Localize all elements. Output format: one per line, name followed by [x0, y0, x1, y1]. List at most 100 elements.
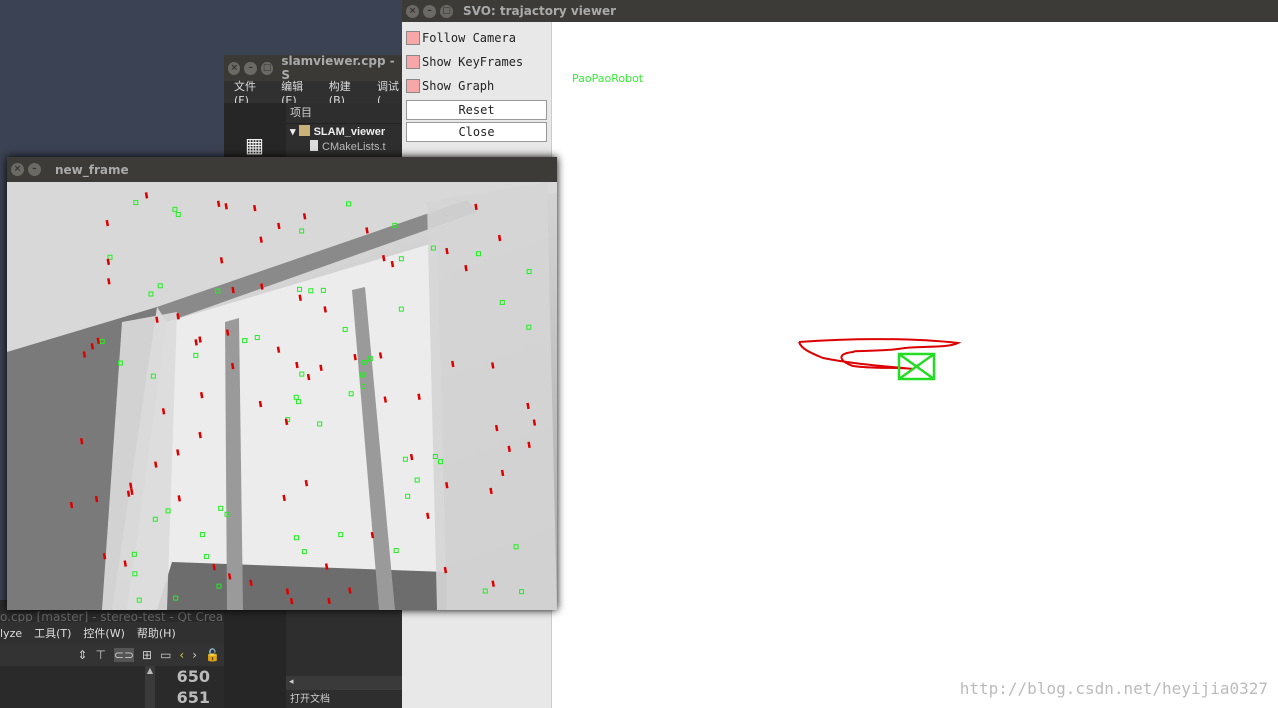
- title-bar: × – new_frame: [7, 157, 557, 182]
- back-icon[interactable]: ‹: [179, 648, 184, 662]
- menu-bar: 文件(F) 编辑(E) 构建(B) 调试(: [224, 80, 402, 107]
- trajectory-plot: [798, 338, 962, 381]
- edgelet-marker: [494, 424, 499, 432]
- reset-button[interactable]: Reset: [406, 100, 547, 120]
- edgelet-marker: [277, 222, 281, 230]
- edgelet-marker: [252, 204, 257, 212]
- file-icon: [310, 140, 318, 151]
- edgelet-marker: [417, 393, 421, 400]
- menu-widgets[interactable]: 控件(W): [83, 625, 124, 641]
- line-number: 651: [176, 688, 210, 707]
- edgelet-marker: [224, 203, 228, 210]
- checkbox-box[interactable]: [406, 31, 420, 45]
- edgelet-marker: [323, 306, 327, 313]
- edgelet-marker: [130, 488, 134, 496]
- close-icon[interactable]: ×: [11, 163, 24, 176]
- vertical-scrollbar[interactable]: ▲: [145, 666, 155, 708]
- edgelet-marker: [298, 294, 302, 301]
- tree-item-project[interactable]: ▾ SLAM_viewer: [286, 124, 402, 140]
- folder-icon: [298, 125, 310, 136]
- edgelet-marker: [319, 364, 323, 372]
- edgelet-marker: [176, 449, 180, 456]
- edgelet-marker: [219, 257, 224, 264]
- edgelet-marker: [497, 234, 502, 242]
- edgelet-marker: [327, 597, 331, 605]
- camera-image: [7, 182, 557, 610]
- edgelet-marker: [409, 453, 414, 461]
- close-icon[interactable]: ×: [406, 4, 419, 18]
- checkbox-label: Show KeyFrames: [422, 55, 524, 69]
- menu-analyze[interactable]: lyze: [0, 627, 22, 640]
- edgelet-marker: [365, 227, 369, 234]
- menu-tools[interactable]: 工具(T): [34, 625, 71, 641]
- tree-item-file[interactable]: CMakeLists.t: [286, 140, 402, 154]
- edgelet-marker: [249, 579, 253, 587]
- camera-image-scene: [7, 182, 557, 610]
- edgelet-marker: [94, 495, 99, 503]
- edgelet-marker: [491, 362, 495, 369]
- forward-icon[interactable]: ›: [192, 648, 197, 662]
- close-button[interactable]: Close: [406, 122, 547, 142]
- filter-icon[interactable]: ⊤: [95, 648, 105, 662]
- edgelet-marker: [69, 501, 74, 509]
- lock-icon[interactable]: 🔓: [205, 648, 220, 662]
- edgelet-marker: [276, 346, 281, 353]
- edgelet-marker: [526, 402, 530, 410]
- qt-creator-window-2: o.cpp [master] - stereo-test - Qt Crea l…: [0, 600, 224, 708]
- minimize-icon[interactable]: –: [244, 61, 257, 75]
- edgelet-marker: [258, 400, 263, 408]
- edgelet-marker: [199, 392, 204, 399]
- watermark: http://blog.csdn.net/heyijia0327: [959, 679, 1268, 698]
- edgelet-marker: [161, 408, 166, 415]
- minimize-icon[interactable]: –: [423, 4, 436, 18]
- follow-camera-checkbox[interactable]: Follow Camera: [402, 26, 551, 50]
- title-bar: × – □ SVO: trajactory viewer: [402, 0, 1278, 22]
- edgelet-marker: [507, 445, 511, 453]
- checkbox-label: Show Graph: [422, 79, 495, 93]
- minimize-icon[interactable]: –: [28, 163, 41, 176]
- edgelet-marker: [155, 316, 159, 323]
- edgelet-marker: [306, 373, 311, 381]
- edgelet-marker: [378, 352, 383, 359]
- show-keyframes-checkbox[interactable]: Show KeyFrames: [402, 50, 551, 74]
- horizontal-scrollbar[interactable]: ◂: [286, 676, 402, 690]
- edgelet-marker: [144, 192, 149, 199]
- edgelet-marker: [177, 495, 181, 502]
- 3d-canvas[interactable]: PaoPaoRobot: [553, 22, 1278, 708]
- sort-icon[interactable]: ⇕: [77, 648, 87, 662]
- edgelet-marker: [216, 200, 221, 208]
- line-number: 650: [176, 667, 210, 686]
- edgelet-marker: [79, 437, 84, 445]
- window-icon[interactable]: ▭: [160, 648, 171, 662]
- maximize-icon[interactable]: □: [260, 61, 274, 75]
- edgelet-marker: [445, 247, 449, 255]
- edgelet-marker: [230, 362, 235, 370]
- edgelet-marker: [198, 336, 202, 343]
- checkbox-box[interactable]: [406, 79, 420, 93]
- maximize-icon[interactable]: □: [440, 4, 453, 18]
- edgelet-marker: [390, 260, 395, 268]
- window-title: new_frame: [55, 162, 129, 177]
- show-graph-checkbox[interactable]: Show Graph: [402, 74, 551, 98]
- apps-grid-icon[interactable]: ▦: [245, 133, 286, 157]
- close-icon[interactable]: ×: [228, 61, 241, 75]
- edgelet-marker: [194, 339, 198, 346]
- edgelet-marker: [106, 258, 111, 266]
- edgelet-marker: [225, 329, 230, 336]
- checkbox-box[interactable]: [406, 55, 420, 69]
- menu-help[interactable]: 帮助(H): [137, 625, 176, 641]
- split-icon[interactable]: ⊞: [142, 648, 152, 662]
- edgelet-marker: [102, 553, 107, 560]
- edgelet-marker: [154, 461, 158, 468]
- edgelet-marker: [348, 587, 352, 594]
- edgelet-marker: [383, 396, 387, 403]
- edgelet-marker: [532, 419, 537, 426]
- link-icon[interactable]: ⊂⊃: [113, 648, 135, 662]
- edgelet-marker: [123, 560, 127, 567]
- edgelet-marker: [370, 531, 375, 539]
- window-title: SVO: trajactory viewer: [463, 4, 617, 18]
- edgelet-marker: [129, 482, 133, 489]
- edgelet-marker: [289, 597, 294, 605]
- line-numbers: 650 651: [160, 666, 210, 708]
- edgelet-marker: [82, 351, 87, 358]
